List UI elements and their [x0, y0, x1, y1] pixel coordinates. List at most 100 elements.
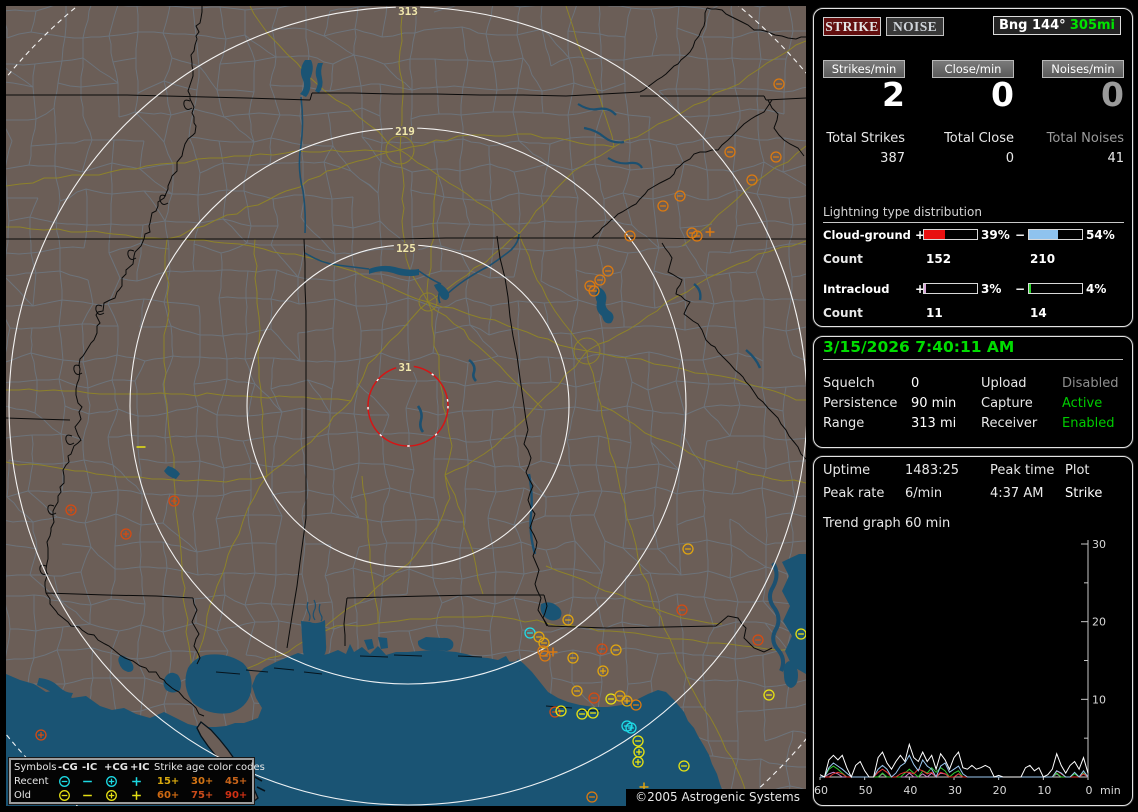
cg-pos-bar: [923, 229, 978, 240]
cloud-ground-row: Cloud-ground + 39% − 54%: [823, 227, 1124, 244]
squelch-row: Squelch 0 Upload Disabled: [823, 376, 1123, 396]
recent-cg-pos-icon: [105, 775, 118, 788]
old-cg-neg-icon: [58, 789, 71, 802]
receiver-status: Enabled: [1062, 416, 1115, 431]
lightning-map[interactable]: 313 219 125 31: [6, 6, 806, 806]
ic-pos-bar: [923, 283, 978, 294]
mode-button-row: STRIKE NOISE Bng 144° 305mi: [823, 17, 1123, 39]
recent-ic-pos-icon: [130, 775, 143, 788]
trend-graph-chart: 1020306050403020100min: [814, 457, 1132, 805]
noises-per-min-column: Noises/min 0 Total Noises 41: [1042, 60, 1124, 166]
svg-text:20: 20: [993, 784, 1007, 797]
trend-series-3: [820, 766, 1088, 777]
bearing-value: Bng 144°: [999, 17, 1066, 34]
datetime-display: 3/15/2026 7:40:11 AM: [823, 339, 1123, 360]
persistence-label: Persistence: [823, 396, 897, 411]
map-base-layer: 313 219 125 31: [6, 6, 806, 806]
legend-col-ic-pos: +IC: [130, 761, 149, 774]
upload-status: Disabled: [1062, 376, 1118, 391]
total-close-label: Total Close: [932, 131, 1014, 146]
legend-recent-label: Recent: [14, 775, 49, 788]
noises-per-min-value: 0: [1042, 78, 1124, 112]
legend-old-label: Old: [14, 789, 31, 802]
receiver-label: Receiver: [981, 416, 1037, 431]
ic-pos-count: 11: [926, 306, 943, 320]
svg-text:0: 0: [1086, 784, 1093, 797]
cg-count-label: Count: [823, 252, 863, 266]
ic-neg-count: 14: [1030, 306, 1047, 320]
legend-col-ic-neg: -IC: [82, 761, 97, 774]
ring-label-125: 125: [396, 242, 416, 255]
total-strikes-value: 387: [823, 151, 905, 166]
lightning-type-distribution: Lightning type distribution Cloud-ground…: [823, 205, 1124, 335]
cg-pos-count: 152: [926, 252, 951, 266]
noise-mode-button[interactable]: NOISE: [886, 17, 944, 36]
ic-neg-percent: 4%: [1086, 282, 1106, 296]
persistence-value: 90 min: [911, 396, 956, 411]
ic-minus-sign: −: [1015, 282, 1025, 296]
application-window: 313 219 125 31 Symbols -CG -IC +CG +IC Stri…: [0, 0, 1138, 812]
range-row: Range 313 mi Receiver Enabled: [823, 416, 1123, 436]
total-strikes-label: Total Strikes: [823, 131, 905, 146]
squelch-value: 0: [911, 376, 919, 391]
cg-pos-percent: 39%: [981, 228, 1010, 242]
total-noises-value: 41: [1042, 151, 1124, 166]
svg-text:10: 10: [1037, 784, 1051, 797]
old-cg-pos-icon: [105, 789, 118, 802]
bearing-readout: Bng 144° 305mi: [993, 16, 1121, 35]
trend-series-0: [820, 744, 1088, 777]
age-code-75: 75+: [191, 789, 213, 802]
cg-neg-bar: [1028, 229, 1083, 240]
ic-count-label: Count: [823, 306, 863, 320]
svg-text:40: 40: [903, 784, 917, 797]
legend-col-cg-neg: -CG: [58, 761, 78, 774]
bearing-distance: 305mi: [1070, 17, 1115, 34]
cloud-ground-label: Cloud-ground: [823, 228, 911, 242]
age-code-60: 60+: [157, 789, 179, 802]
ring-label-31: 31: [398, 361, 412, 374]
cloud-ground-count-row: Count 152 210: [823, 252, 1124, 268]
strike-mode-button[interactable]: STRIKE: [823, 17, 881, 36]
svg-text:30: 30: [948, 784, 962, 797]
total-noises-label: Total Noises: [1042, 131, 1124, 146]
persistence-row: Persistence 90 min Capture Active: [823, 396, 1123, 416]
age-code-15: 15+: [157, 775, 179, 788]
total-close-value: 0: [932, 151, 1014, 166]
range-label: Range: [823, 416, 864, 431]
svg-text:30: 30: [1092, 538, 1106, 551]
strike-symbol-cgm: [60, 791, 70, 801]
ring-label-219: 219: [395, 125, 415, 138]
intracloud-label: Intracloud: [823, 282, 889, 296]
ring-label-313: 313: [398, 6, 418, 18]
map-legend: Symbols -CG -IC +CG +IC Strike age color…: [9, 758, 254, 804]
strike-symbol-cgm: [60, 777, 70, 787]
legend-symbols-title: Symbols: [14, 761, 56, 774]
svg-text:10: 10: [1092, 693, 1106, 706]
intracloud-count-row: Count 11 14: [823, 306, 1124, 322]
distribution-title: Lightning type distribution: [823, 205, 1124, 223]
capture-label: Capture: [981, 396, 1033, 411]
strike-stats-panel: STRIKE NOISE Bng 144° 305mi Strikes/min …: [813, 8, 1133, 327]
old-ic-pos-icon: [130, 789, 143, 802]
svg-text:60: 60: [814, 784, 828, 797]
squelch-label: Squelch: [823, 376, 875, 391]
strike-symbol-cgp: [107, 777, 117, 787]
recent-cg-neg-icon: [58, 775, 71, 788]
recent-ic-neg-icon: [81, 775, 94, 788]
close-per-min-value: 0: [932, 78, 1014, 112]
cg-neg-count: 210: [1030, 252, 1055, 266]
ic-neg-bar: [1028, 283, 1083, 294]
age-code-45: 45+: [225, 775, 247, 788]
intracloud-row: Intracloud + 3% − 4%: [823, 281, 1124, 298]
legend-age-title: Strike age color codes: [154, 761, 265, 774]
age-code-30: 30+: [191, 775, 213, 788]
trend-panel: Uptime 1483:25 Peak time Plot Peak rate …: [813, 456, 1133, 806]
range-value: 313 mi: [911, 416, 956, 431]
ic-pos-percent: 3%: [981, 282, 1001, 296]
cg-neg-percent: 54%: [1086, 228, 1115, 242]
strikes-per-min-value: 2: [823, 78, 905, 112]
close-per-min-column: Close/min 0 Total Close 0: [932, 60, 1014, 166]
upload-label: Upload: [981, 376, 1027, 391]
strike-symbol-icp: [132, 791, 141, 800]
cg-minus-sign: −: [1015, 228, 1025, 242]
